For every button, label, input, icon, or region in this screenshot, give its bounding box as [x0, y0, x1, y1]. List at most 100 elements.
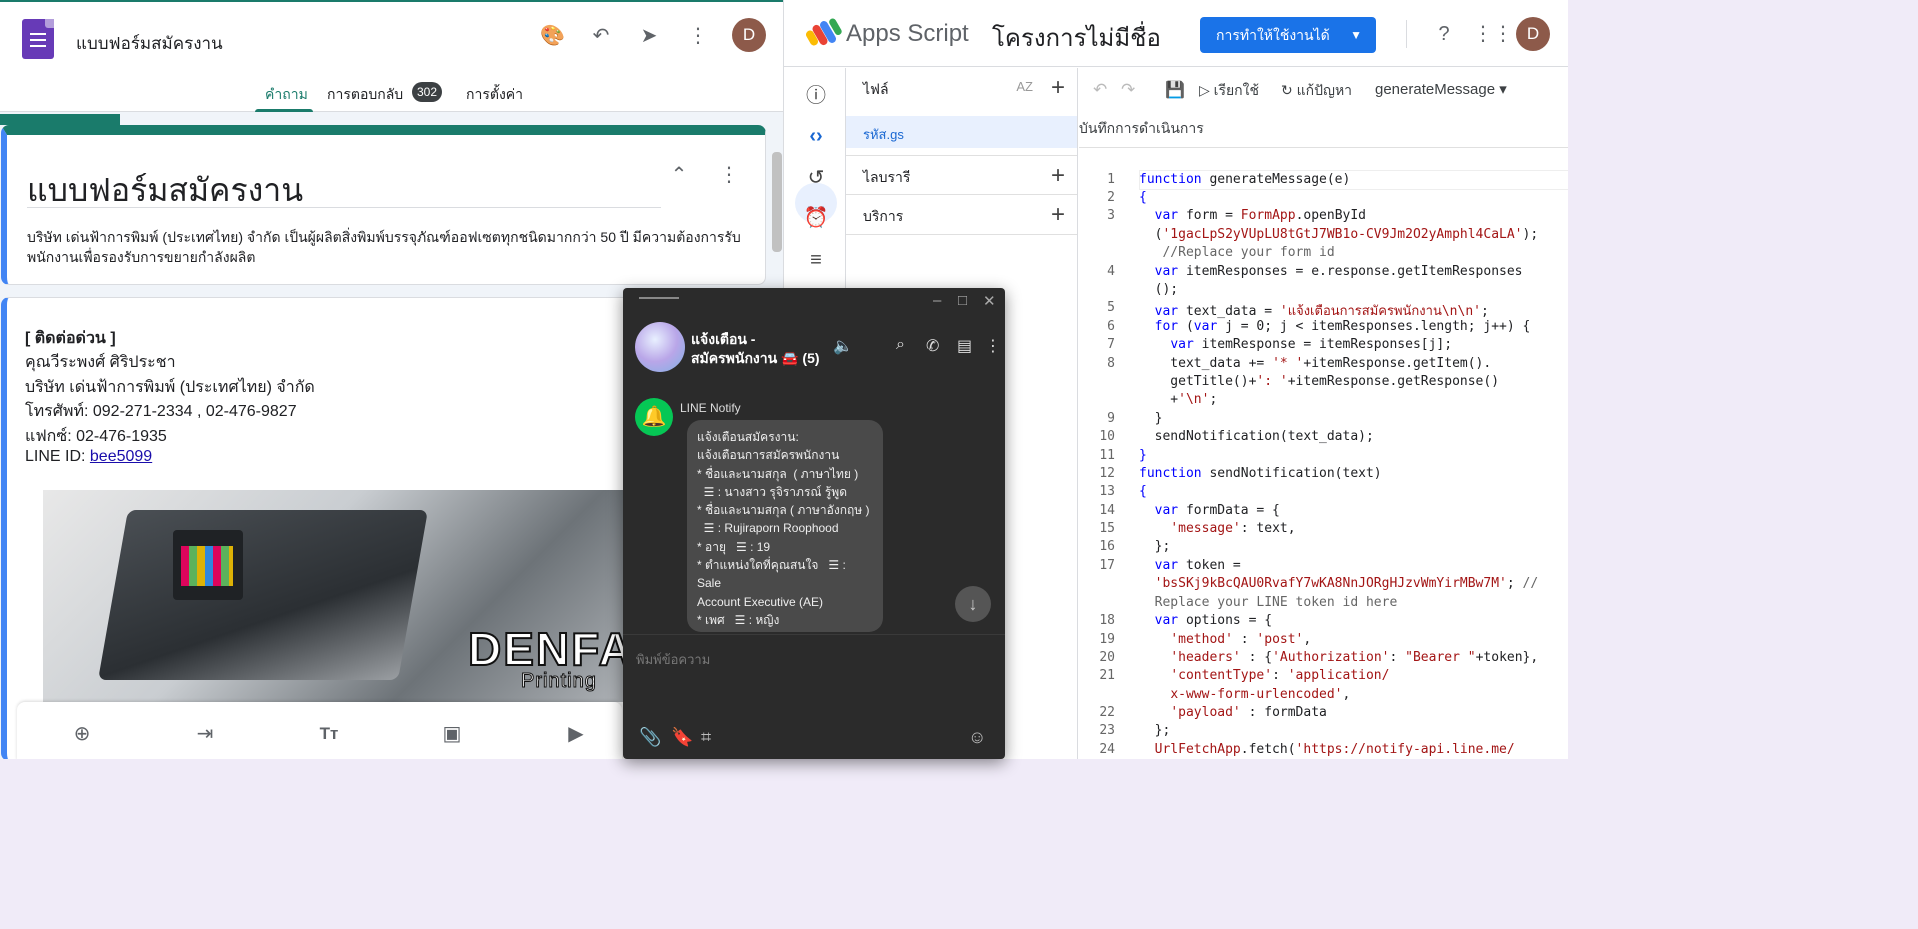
add-image-icon[interactable]: ▣	[440, 722, 464, 746]
form-description[interactable]: บริษัท เด่นฟ้าการพิมพ์ (ประเทศไทย) จำกัด…	[27, 227, 747, 267]
execution-log-button[interactable]: บันทึกการดำเนินการ	[1079, 118, 1204, 140]
executions-icon[interactable]: ≡	[803, 247, 829, 273]
files-label: ไฟล์	[863, 81, 889, 97]
maximize-icon[interactable]: □	[958, 292, 967, 309]
debug-icon: ↻	[1281, 82, 1297, 98]
tab-settings[interactable]: การตั้งค่า	[466, 84, 523, 106]
form-heading[interactable]: แบบฟอร์มสมัครงาน	[27, 165, 303, 216]
undo-icon[interactable]: ↶	[1093, 80, 1107, 100]
notes-icon[interactable]: ▤	[957, 336, 972, 356]
chat-name-line1: แจ้งเตือน -	[691, 331, 756, 347]
send-icon[interactable]: ➤	[637, 24, 661, 48]
history-icon[interactable]: ↺	[803, 165, 829, 191]
sender-name: LINE Notify	[680, 401, 741, 415]
triggers-icon[interactable]: ⏰	[803, 205, 829, 231]
google-forms-logo-icon[interactable]	[22, 19, 54, 59]
apps-script-logo-icon[interactable]	[806, 18, 842, 48]
deploy-label: การทำให้ใช้งานได้	[1216, 27, 1330, 43]
message-line: * เพศ ☰ : หญิง	[697, 612, 780, 627]
debug-button[interactable]: ↻ แก้ปัญหา	[1281, 80, 1352, 102]
code-editor[interactable]: 1 2 3 4 5 6 7 8 9 10 11 12 13 14 15 16 1…	[1079, 148, 1568, 759]
contact-person: คุณวีระพงศ์ ศิริประชา	[25, 354, 176, 371]
message-input-area[interactable]: พิมพ์ข้อความ 📎 🔖 ⌗ ☺	[623, 634, 1005, 759]
collapse-icon[interactable]: ⌃	[667, 163, 691, 187]
minimize-icon[interactable]: –	[933, 292, 941, 309]
tab-questions[interactable]: คำถาม	[265, 84, 308, 106]
add-library-icon[interactable]: +	[1051, 162, 1065, 190]
files-header-row: ไฟล์ AZ +	[846, 68, 1077, 108]
group-avatar[interactable]	[635, 322, 685, 372]
palette-icon[interactable]: 🎨	[540, 24, 565, 48]
help-icon[interactable]: ?	[1432, 22, 1456, 46]
apps-grid-icon[interactable]: ⋮⋮	[1473, 22, 1513, 46]
apps-script-product-name: Apps Script	[846, 20, 969, 47]
attach-icon[interactable]: 📎	[639, 727, 661, 748]
add-file-icon[interactable]: +	[1051, 74, 1065, 102]
deploy-button[interactable]: การทำให้ใช้งานได้ ▼	[1200, 17, 1376, 53]
add-video-icon[interactable]: ▶	[564, 722, 588, 746]
apps-script-header: Apps Script โครงการไม่มีชื่อ การทำให้ใช้…	[784, 0, 1568, 67]
message-input[interactable]: พิมพ์ข้อความ	[636, 649, 710, 670]
more-options-icon[interactable]: ⋮	[686, 24, 710, 48]
file-name: รหัส.gs	[863, 127, 904, 142]
tab-responses[interactable]: การตอบกลับ	[327, 84, 403, 106]
contact-company: บริษัท เด่นฟ้าการพิมพ์ (ประเทศไทย) จำกัด	[25, 379, 315, 396]
chat-more-icon[interactable]: ⋮	[985, 336, 1001, 356]
message-line: Account Executive (AE)	[697, 594, 824, 609]
account-avatar[interactable]: D	[732, 18, 766, 52]
line-title-bar[interactable]: – □ ✕	[623, 288, 1005, 316]
active-tab-indicator	[255, 109, 313, 112]
project-name[interactable]: โครงการไม่มีชื่อ	[992, 18, 1161, 57]
add-service-icon[interactable]: +	[1051, 201, 1065, 229]
title-divider	[27, 207, 661, 208]
import-questions-icon[interactable]: ⇥	[193, 722, 217, 746]
message-line: * อายุ ☰ : 19	[697, 539, 771, 554]
message-line: ☰ : Rujiraporn Roophood	[697, 521, 839, 536]
undo-icon[interactable]: ↶	[589, 24, 613, 48]
function-select[interactable]: generateMessage ▾	[1375, 80, 1507, 98]
execution-log-label: บันทึกการดำเนินการ	[1079, 120, 1204, 136]
services-row: บริการ +	[846, 195, 1077, 235]
line-id-link[interactable]: bee5099	[90, 448, 152, 465]
close-icon[interactable]: ✕	[983, 292, 996, 310]
sort-az-icon[interactable]: AZ	[1016, 79, 1033, 94]
redo-icon[interactable]: ↷	[1121, 80, 1135, 100]
search-icon[interactable]: ⌕	[896, 336, 905, 354]
save-icon[interactable]: 💾	[1165, 80, 1185, 100]
add-title-icon[interactable]: Tт	[317, 722, 341, 746]
progress-accent	[0, 114, 120, 125]
message-line: แจ้งเตือนการสมัครพนักงาน	[697, 448, 840, 463]
form-title-card[interactable]: แบบฟอร์มสมัครงาน ⌃ ⋮ บริษัท เด่นฟ้าการพิ…	[1, 125, 766, 285]
function-select-value: generateMessage	[1375, 81, 1496, 98]
card-more-icon[interactable]: ⋮	[717, 163, 741, 187]
editor-toolbar: ↶ ↷ 💾 ▷ เรียกใช้ ↻ แก้ปัญหา generateMess…	[1079, 68, 1568, 148]
screenshot-crop-icon[interactable]: ⌗	[701, 727, 711, 748]
forms-document-title[interactable]: แบบฟอร์มสมัครงาน	[76, 30, 223, 57]
chat-name[interactable]: แจ้งเตือน - สมัครพนักงาน 🚘 (5)	[691, 330, 820, 368]
editor-icon[interactable]: ‹›	[803, 123, 829, 149]
run-button[interactable]: ▷ เรียกใช้	[1199, 80, 1259, 102]
emoji-icon[interactable]: ☺	[968, 727, 986, 748]
message-line: * ชื่อและนามสกุล ( ภาษาไทย )	[697, 466, 859, 481]
function-select-caret-icon: ▾	[1495, 81, 1507, 98]
add-question-icon[interactable]: ⊕	[70, 722, 94, 746]
banner-brand-text: DENFA	[467, 622, 633, 676]
chat-header: แจ้งเตือน - สมัครพนักงาน 🚘 (5) 🔈 ⌕ ✆ ▤ ⋮	[623, 316, 1005, 380]
file-item-code-gs[interactable]: รหัส.gs	[846, 116, 1077, 148]
message-line: * ชื่อและนามสกุล ( ภาษาอังกฤษ )	[697, 503, 870, 518]
scroll-down-icon[interactable]: ↓	[955, 586, 991, 622]
account-avatar[interactable]: D	[1516, 17, 1550, 51]
message-bubble[interactable]: แจ้งเตือนสมัครงาน: แจ้งเตือนการสมัครพนัก…	[687, 420, 883, 632]
contact-phone: โทรศัพท์: 092-271-2334 , 02-476-9827	[25, 403, 297, 420]
forms-scrollbar[interactable]	[772, 152, 782, 252]
bookmark-icon[interactable]: 🔖	[671, 727, 693, 748]
company-banner-image: DENFA Printing	[43, 490, 633, 702]
mute-speaker-icon[interactable]: 🔈	[833, 336, 853, 356]
overview-icon[interactable]: ⓘ	[803, 83, 829, 109]
line-chat-window: – □ ✕ แจ้งเตือน - สมัครพนักงาน 🚘 (5) 🔈 ⌕…	[623, 288, 1005, 759]
bell-icon[interactable]: 🔔	[635, 398, 673, 436]
call-icon[interactable]: ✆	[926, 336, 939, 356]
forms-tabs: คำถาม การตอบกลับ 302 การตั้งค่า	[0, 78, 783, 112]
message-line: ☰ : นางสาว รุจิราภรณ์ รู้พูด	[697, 484, 847, 499]
pin-slider-icon[interactable]	[639, 297, 679, 307]
